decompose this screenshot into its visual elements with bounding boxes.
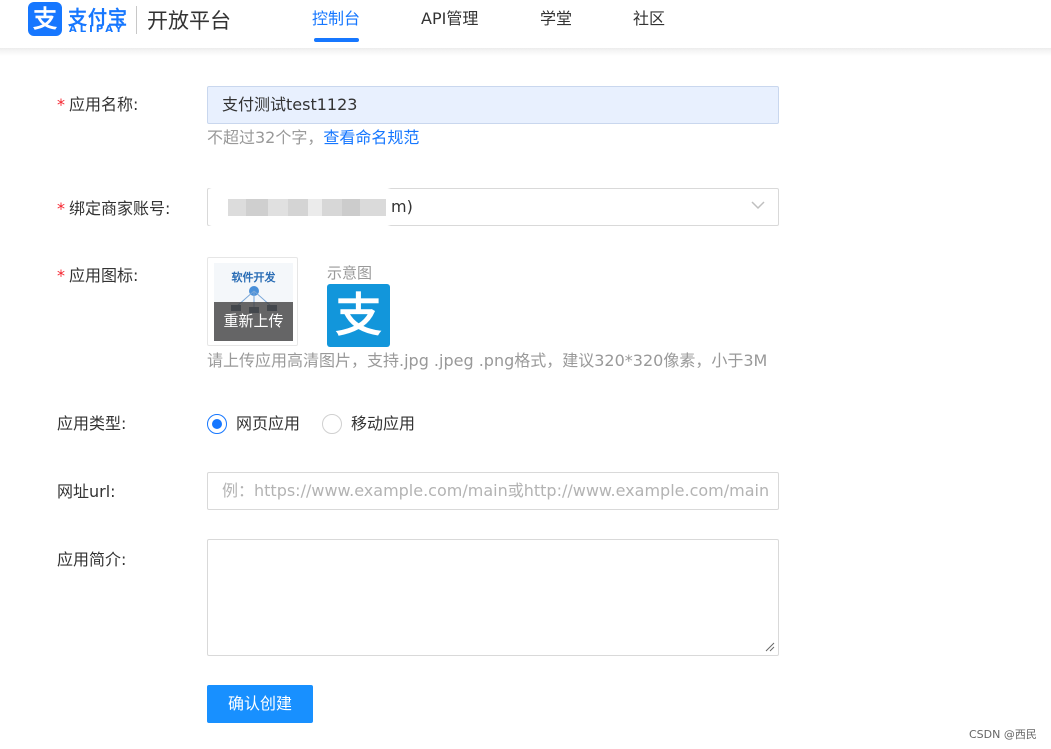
nav-item-academy[interactable]: 学堂 [540,8,572,30]
naming-rules-link[interactable]: 查看命名规范 [323,128,419,147]
logo-text-en[interactable]: ALIPAY [69,24,125,35]
header-shadow [0,48,1051,56]
app-name-input[interactable]: 支付测试test1123 [207,86,779,124]
app-name-label: * 应用名称: [57,95,139,114]
app-intro-label: 应用简介: [57,550,127,569]
merchant-account-select[interactable]: m) [207,185,779,231]
redacted-account-mask [208,185,391,231]
reupload-button[interactable]: 重新上传 [214,310,293,331]
alipay-logo-icon[interactable]: 支 [28,2,62,36]
resize-handle-icon[interactable] [765,642,775,652]
sample-alipay-icon: 支 [327,284,390,347]
nav-item-console[interactable]: 控制台 [312,8,360,30]
platform-title[interactable]: 开放平台 [147,5,231,35]
app-intro-textarea[interactable] [207,539,779,656]
merchant-account-label: * 绑定商家账号: [57,199,171,218]
app-icon-label: * 应用图标: [57,266,139,285]
radio-web-app[interactable] [207,414,227,434]
logo-divider [136,6,137,34]
nav-item-community[interactable]: 社区 [633,8,665,30]
app-icon-hint: 请上传应用高清图片，支持.jpg .jpeg .png格式，建议320*320像… [207,351,768,370]
sample-label: 示意图 [327,264,373,282]
merchant-account-value: m) [391,197,413,216]
required-mark: * [57,266,65,285]
app-name-value: 支付测试test1123 [222,95,358,114]
top-navigation: 支 支付宝 ALIPAY 开放平台 控制台 API管理 学堂 社区 [0,0,1051,48]
confirm-create-button[interactable]: 确认创建 [207,685,313,723]
url-label: 网址url: [57,482,116,501]
radio-web-app-label[interactable]: 网页应用 [236,413,300,435]
uploaded-image: 软件开发 重新上传 [214,263,293,341]
required-mark: * [57,199,65,218]
app-name-hint: 不超过32个字，查看命名规范 [207,128,420,147]
url-placeholder: 例：https://www.example.com/main或http://ww… [222,481,770,500]
required-mark: * [57,95,65,114]
url-input[interactable]: 例：https://www.example.com/main或http://ww… [207,472,779,510]
active-tab-indicator [314,38,359,42]
radio-mobile-app-label[interactable]: 移动应用 [351,413,415,435]
app-icon-upload[interactable]: 软件开发 重新上传 [207,257,298,346]
nav-item-api-management[interactable]: API管理 [421,8,478,30]
watermark: CSDN @西民 [969,728,1037,741]
app-type-label: 应用类型: [57,414,127,433]
radio-mobile-app[interactable] [322,414,342,434]
chevron-down-icon[interactable] [750,197,766,213]
